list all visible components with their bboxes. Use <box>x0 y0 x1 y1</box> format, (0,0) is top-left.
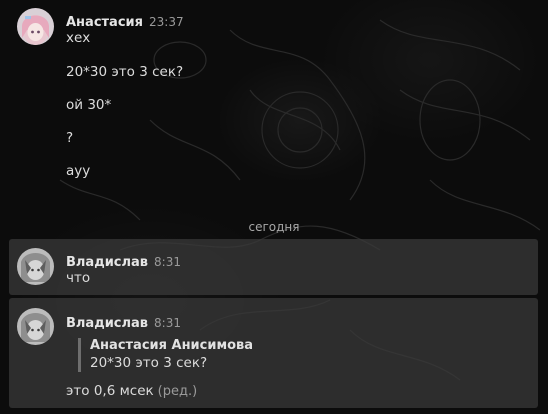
date-divider-label: сегодня <box>248 220 300 234</box>
author-name[interactable]: Владислав <box>66 316 148 331</box>
avatar-anime-grayscale-icon <box>17 308 54 345</box>
message-text: 20*30 это 3 сек? <box>66 64 184 80</box>
message-header: Владислав 8:31 <box>66 312 181 331</box>
timestamp: 8:31 <box>154 255 181 269</box>
author-name[interactable]: Анастасия <box>66 15 143 30</box>
reply-author: Анастасия Анисимова <box>90 338 254 353</box>
avatar-anime-grayscale-icon <box>17 248 54 285</box>
message-text-row: это 0,6 мсек (ред.) <box>66 383 197 399</box>
date-divider: сегодня <box>0 216 548 234</box>
timestamp: 23:37 <box>149 15 184 29</box>
message-text: ? <box>66 130 74 146</box>
avatar-anime-girl-icon <box>17 8 54 45</box>
edited-label: (ред.) <box>157 384 198 399</box>
reply-text: 20*30 это 3 сек? <box>90 355 208 371</box>
message-header: Владислав 8:31 <box>66 251 181 270</box>
message-text: что <box>66 270 91 286</box>
timestamp: 8:31 <box>154 316 181 330</box>
message-text: ой 30* <box>66 97 112 113</box>
chat-view: Анастасия 23:37 хех 20*30 это 3 сек? ой 3… <box>0 0 548 414</box>
message-text: это 0,6 мсек <box>66 383 154 399</box>
avatar[interactable] <box>17 8 54 45</box>
message-text: хех <box>66 30 91 46</box>
message-text: ауу <box>66 163 91 179</box>
avatar[interactable] <box>17 308 54 345</box>
message-header: Анастасия 23:37 <box>66 11 184 30</box>
author-name[interactable]: Владислав <box>66 255 148 270</box>
reply-quote[interactable]: Анастасия Анисимова 20*30 это 3 сек? <box>78 338 253 372</box>
avatar[interactable] <box>17 248 54 285</box>
